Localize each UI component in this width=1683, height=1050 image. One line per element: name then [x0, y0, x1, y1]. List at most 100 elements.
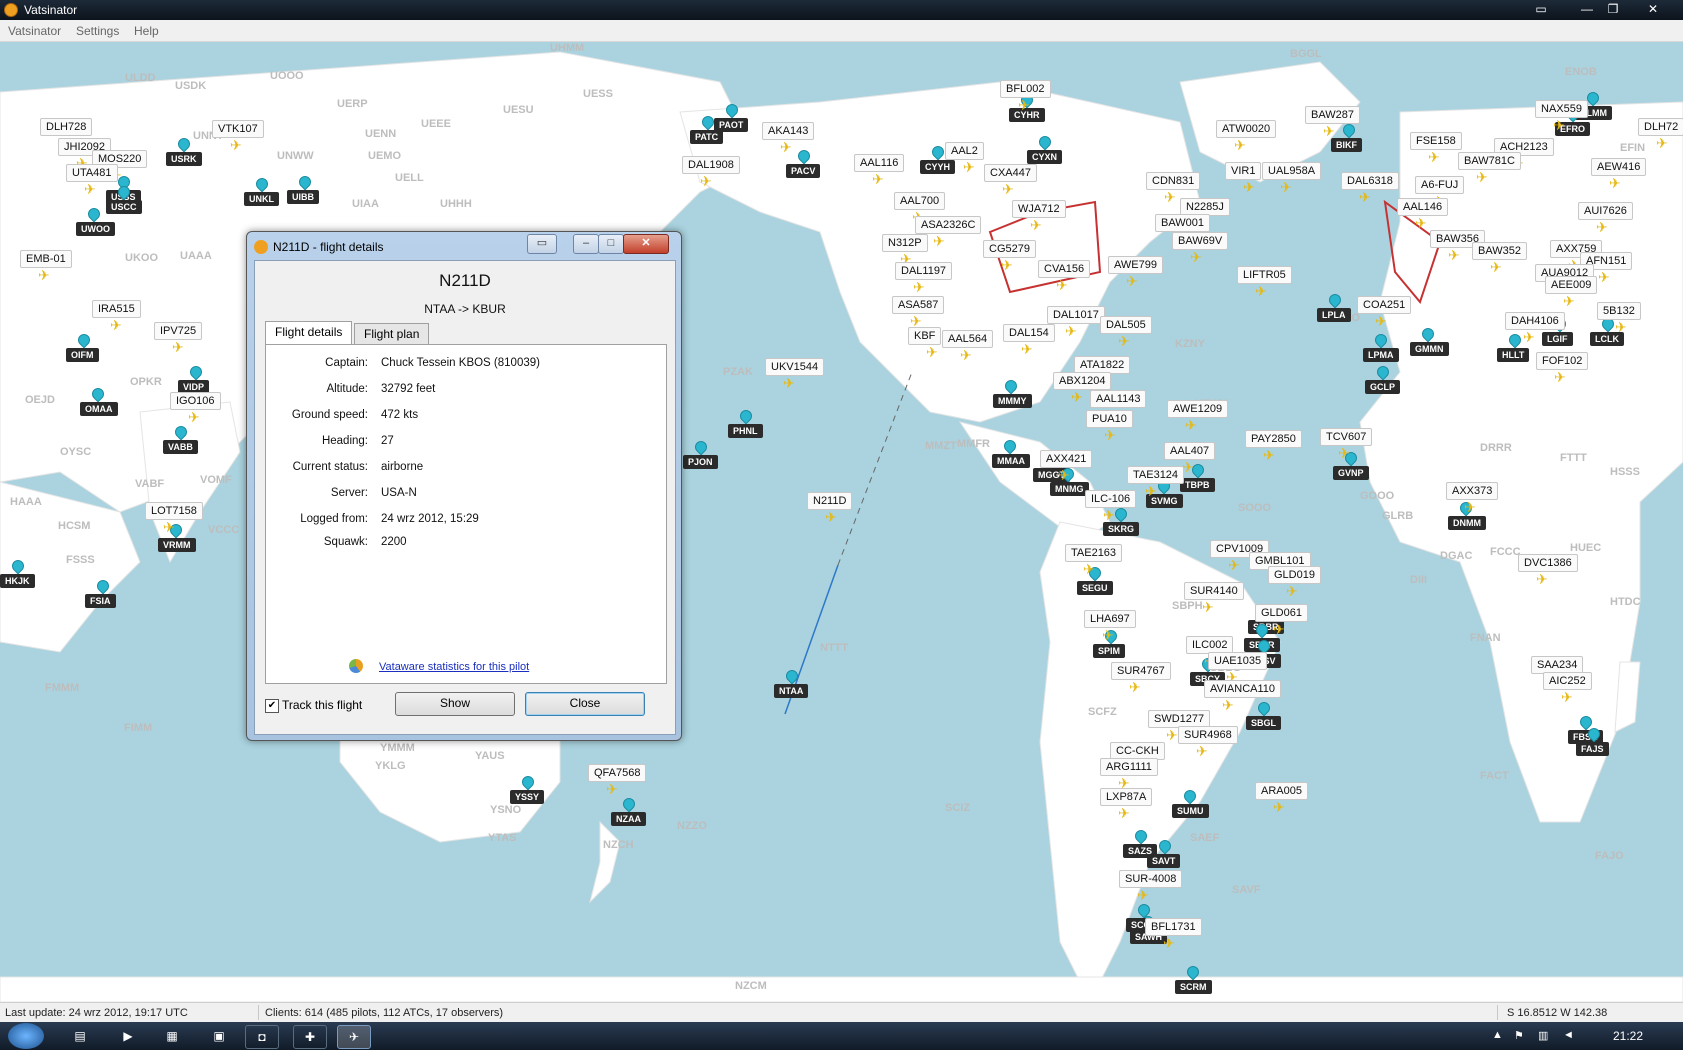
flight-label[interactable]: DAL505 [1100, 316, 1152, 334]
flight-label[interactable]: DLH728 [40, 118, 93, 136]
flight-label[interactable]: UAL958A [1262, 162, 1322, 180]
flight-label[interactable]: N312P [882, 234, 928, 252]
menu-settings[interactable]: Settings [76, 24, 119, 38]
aircraft-icon[interactable]: ✈ [1323, 124, 1335, 138]
aircraft-icon[interactable]: ✈ [872, 172, 884, 186]
aircraft-icon[interactable]: ✈ [1415, 216, 1427, 230]
flight-label[interactable]: DAH4106 [1505, 312, 1565, 330]
flight-label[interactable]: PUA10 [1086, 410, 1133, 428]
airport-label[interactable]: NTAA [774, 684, 809, 698]
airport-label[interactable]: FSIA [85, 594, 116, 608]
taskbar-flag-icon[interactable]: ✚ [293, 1025, 327, 1049]
aircraft-icon[interactable]: ✈ [1071, 390, 1083, 404]
airport-label[interactable]: MNMG [1050, 482, 1089, 496]
tray-volume-icon[interactable]: ◄ [1563, 1029, 1574, 1041]
aircraft-icon[interactable]: ✈ [1490, 260, 1502, 274]
aircraft-icon[interactable]: ✈ [1523, 330, 1535, 344]
flight-label[interactable]: ASA587 [892, 296, 945, 314]
flight-label[interactable]: CDN831 [1146, 172, 1201, 190]
aircraft-icon[interactable]: ✈ [1273, 800, 1285, 814]
flight-label[interactable]: AAL116 [854, 154, 905, 172]
flight-label[interactable]: IPV725 [154, 322, 203, 340]
taskbar-explorer-icon[interactable]: ▦ [156, 1025, 188, 1047]
flight-label[interactable]: AKA143 [762, 122, 815, 140]
flight-label[interactable]: DAL1197 [895, 262, 953, 280]
aircraft-icon[interactable]: ✈ [1563, 294, 1575, 308]
flight-label[interactable]: ILC-106 [1085, 490, 1137, 508]
aircraft-icon[interactable]: ✈ [1185, 418, 1197, 432]
flight-label[interactable]: ARA005 [1255, 782, 1308, 800]
airport-label[interactable]: MMAA [992, 454, 1030, 468]
airport-label[interactable]: LPMA [1363, 348, 1399, 362]
flight-label[interactable]: NAX559 [1535, 100, 1588, 118]
tray-flag-icon[interactable]: ⚑ [1514, 1029, 1524, 1042]
flight-label[interactable]: AVIANCA110 [1204, 680, 1282, 698]
start-button[interactable] [8, 1023, 44, 1049]
airport-label[interactable]: PACV [786, 164, 821, 178]
flight-label[interactable]: VIR1 [1225, 162, 1262, 180]
flight-label[interactable]: AIC252 [1543, 672, 1592, 690]
aircraft-icon[interactable]: ✈ [1286, 584, 1298, 598]
flight-label[interactable]: AUI7626 [1578, 202, 1633, 220]
aircraft-icon[interactable]: ✈ [1596, 220, 1608, 234]
aircraft-icon[interactable]: ✈ [910, 314, 922, 328]
vataware-link[interactable]: Vataware statistics for this pilot [379, 661, 529, 673]
menu-vatsinator[interactable]: Vatsinator [8, 24, 61, 38]
airport-label[interactable]: BIKF [1331, 138, 1362, 152]
flight-label[interactable]: DAL6318 [1341, 172, 1399, 190]
aircraft-icon[interactable]: ✈ [1137, 888, 1149, 902]
airport-label[interactable]: UNKL [244, 192, 279, 206]
aircraft-icon[interactable]: ✈ [1656, 136, 1668, 150]
aircraft-icon[interactable]: ✈ [1196, 744, 1208, 758]
flight-label[interactable]: GLD061 [1255, 604, 1308, 622]
aircraft-icon[interactable]: ✈ [1228, 558, 1240, 572]
aircraft-icon[interactable]: ✈ [84, 182, 96, 196]
aircraft-icon[interactable]: ✈ [1280, 180, 1292, 194]
taskbar-vatsinator-icon[interactable]: ✈ [337, 1025, 371, 1049]
flight-label[interactable]: AAL407 [1164, 442, 1216, 460]
flight-label[interactable]: EMB-01 [20, 250, 72, 268]
flight-label[interactable]: AAL564 [942, 330, 994, 348]
flight-label[interactable]: QFA7568 [588, 764, 647, 782]
aircraft-icon[interactable]: ✈ [1338, 446, 1350, 460]
flight-label[interactable]: AEE009 [1545, 276, 1598, 294]
aircraft-icon[interactable]: ✈ [700, 174, 712, 188]
flight-label[interactable]: DVC1386 [1518, 554, 1578, 572]
taskbar-save-icon[interactable]: ▣ [203, 1025, 235, 1047]
aircraft-icon[interactable]: ✈ [1065, 324, 1077, 338]
aircraft-icon[interactable]: ✈ [606, 782, 618, 796]
airport-label[interactable]: USRK [166, 152, 202, 166]
tab-flight-plan[interactable]: Flight plan [354, 323, 430, 344]
aircraft-icon[interactable]: ✈ [1359, 190, 1371, 204]
close-window-button[interactable]: ✕ [1640, 1, 1666, 18]
aircraft-icon[interactable]: ✈ [1058, 468, 1070, 482]
aircraft-icon[interactable]: ✈ [1609, 176, 1621, 190]
aircraft-icon[interactable]: ✈ [963, 160, 975, 174]
flight-label[interactable]: AAL146 [1397, 198, 1449, 216]
dialog-maximize-button[interactable]: □ [598, 234, 624, 254]
aircraft-icon[interactable]: ✈ [1222, 698, 1234, 712]
aircraft-icon[interactable]: ✈ [38, 268, 50, 282]
aircraft-icon[interactable]: ✈ [1166, 728, 1178, 742]
flight-label[interactable]: WJA712 [1012, 200, 1066, 218]
flight-label[interactable]: BAW287 [1305, 106, 1361, 124]
flight-label[interactable]: FOF102 [1536, 352, 1589, 370]
flight-label[interactable]: CXA447 [984, 164, 1037, 182]
aircraft-icon[interactable]: ✈ [1561, 690, 1573, 704]
aircraft-icon[interactable]: ✈ [1001, 258, 1013, 272]
flight-label[interactable]: AEW416 [1591, 158, 1647, 176]
flight-label[interactable]: AAL2 [945, 142, 984, 160]
aircraft-icon[interactable]: ✈ [1375, 314, 1387, 328]
flight-label[interactable]: SUR4767 [1111, 662, 1171, 680]
flight-label[interactable]: KBF [908, 327, 942, 345]
aircraft-icon[interactable]: ✈ [1002, 182, 1014, 196]
flight-label[interactable]: ARG1111 [1100, 758, 1158, 776]
airport-label[interactable]: UIBB [287, 190, 319, 204]
tray-network-icon[interactable]: ▥ [1538, 1029, 1548, 1042]
flight-label[interactable]: COA251 [1357, 296, 1412, 314]
flight-label[interactable]: IGO106 [170, 392, 221, 410]
taskbar-app-icon[interactable]: ◘ [245, 1025, 279, 1049]
flight-label[interactable]: AWE1209 [1167, 400, 1229, 418]
flight-label[interactable]: SUR-4008 [1119, 870, 1183, 888]
aircraft-icon[interactable]: ✈ [1104, 428, 1116, 442]
